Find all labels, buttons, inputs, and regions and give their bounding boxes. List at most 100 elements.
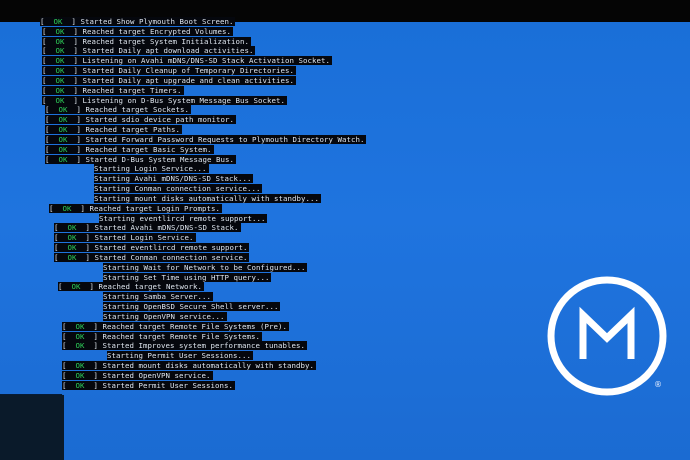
boot-log-message: Starting Set Time using HTTP query... — [103, 272, 272, 282]
boot-log-message: Started Avahi mDNS/DNS-SD Stack. — [94, 223, 241, 233]
ok-status: OK — [55, 95, 65, 105]
ok-status: OK — [67, 252, 77, 262]
boot-log-message: Started Permit User Sessions. — [102, 380, 235, 390]
boot-log-line: [ OK ] Reached target Basic System. — [45, 144, 214, 154]
boot-log-line: Starting Permit User Sessions... — [40, 351, 420, 361]
ok-status: OK — [75, 360, 85, 370]
boot-log-line: [ OK ] Reached target Remote File System… — [62, 331, 262, 341]
ok-status: OK — [55, 36, 65, 46]
boot-log-message: Reached target Sockets. — [85, 105, 191, 115]
boot-log-line: [ OK ] Started Login Service. — [54, 233, 196, 243]
boot-log-line: Starting OpenBSD Secure Shell server... — [40, 302, 420, 312]
boot-log-line: [ OK ] Started sdio device path monitor. — [45, 115, 236, 125]
ok-status: OK — [55, 85, 65, 95]
boot-log-line: [ OK ] Reached target Timers. — [42, 85, 184, 95]
boot-log-line: Starting Avahi mDNS/DNS-SD Stack... — [40, 174, 420, 184]
ok-status: OK — [55, 56, 65, 66]
boot-log-line: [ OK ] Reached target Paths. — [45, 125, 182, 135]
boot-log: [ OK ] Started Show Plymouth Boot Screen… — [40, 17, 420, 390]
ok-status: OK — [67, 243, 77, 253]
boot-log-message: Started D-Bus System Message Bus. — [85, 154, 236, 164]
boot-log-line: [ OK ] Reached target Encrypted Volumes. — [42, 26, 233, 36]
boot-log-line: [ OK ] Reached target Sockets. — [45, 105, 191, 115]
boot-log-message: Reached target Encrypted Volumes. — [82, 26, 233, 36]
monitor-corner-shadow — [0, 395, 64, 460]
boot-log-line: Starting eventlircd remote support... — [40, 213, 420, 224]
boot-log-message: Started Daily apt upgrade and clean acti… — [82, 75, 296, 85]
boot-log-message: Listening on D-Bus System Message Bus So… — [82, 95, 287, 105]
ok-status: OK — [58, 105, 68, 115]
boot-log-message: Starting Avahi mDNS/DNS-SD Stack... — [94, 174, 254, 184]
boot-log-message: Reached target Remote File Systems (Pre)… — [102, 321, 289, 331]
boot-log-message: Reached target Login Prompts. — [89, 203, 222, 213]
boot-log-line: Starting Samba Server... — [40, 292, 420, 302]
boot-log-line: [ OK ] Started Conman connection service… — [54, 252, 250, 262]
boot-log-message: Starting Login Service... — [94, 164, 209, 174]
boot-log-message: Reached target Basic System. — [85, 144, 214, 154]
ok-status: OK — [67, 233, 77, 243]
boot-screen: [ OK ] Started Show Plymouth Boot Screen… — [0, 0, 690, 460]
boot-log-message: Starting mount disks automatically with … — [94, 193, 321, 203]
boot-log-line: [ OK ] Started Daily apt download activi… — [42, 46, 256, 56]
ok-status: OK — [75, 380, 85, 390]
boot-log-line: [ OK ] Listening on Avahi mDNS/DNS-SD St… — [42, 56, 332, 66]
ok-status: OK — [55, 66, 65, 76]
boot-log-line: [ OK ] Started D-Bus System Message Bus. — [45, 154, 236, 164]
boot-log-message: Started Show Plymouth Boot Screen. — [80, 17, 236, 26]
boot-log-message: Started OpenVPN service. — [102, 370, 213, 380]
boot-log-message: Started Conman connection service. — [94, 252, 250, 262]
boot-log-line: [ OK ] Reached target Remote File System… — [62, 321, 289, 331]
boot-log-message: Starting OpenBSD Secure Shell server... — [103, 302, 281, 312]
ok-status: OK — [58, 115, 68, 125]
boot-log-message: Reached target Network. — [98, 282, 204, 292]
boot-log-line: [ OK ] Started Forward Password Requests… — [45, 134, 367, 144]
boot-log-message: Reached target System Initialization. — [82, 36, 251, 46]
boot-log-line: [ OK ] Listening on D-Bus System Message… — [42, 95, 287, 105]
boot-log-message: Starting Permit User Sessions... — [107, 351, 253, 361]
ok-status: OK — [55, 46, 65, 56]
boot-log-line: Starting Set Time using HTTP query... — [40, 272, 420, 283]
ok-status: OK — [62, 203, 72, 213]
boot-log-message: Started Improves system performance tuna… — [102, 341, 307, 351]
ok-status: OK — [75, 321, 85, 331]
boot-log-line: [ OK ] Started Improves system performan… — [62, 341, 307, 351]
ok-status: OK — [55, 75, 65, 85]
boot-log-message: Started Daily apt download activities. — [82, 46, 256, 56]
ok-status: OK — [71, 282, 81, 292]
ok-status: OK — [58, 154, 68, 164]
boot-log-line: Starting Login Service... — [40, 164, 420, 174]
ok-status: OK — [58, 144, 68, 154]
boot-log-line: [ OK ] Reached target Login Prompts. — [49, 203, 222, 213]
boot-log-message: Reached target Paths. — [85, 125, 182, 135]
ok-status: OK — [53, 17, 63, 26]
boot-log-message: Reached target Remote File Systems. — [102, 331, 262, 341]
boot-log-line: Starting Wait for Network to be Configur… — [40, 262, 420, 273]
boot-log-message: Starting eventlircd remote support... — [99, 213, 268, 223]
boot-log-line: Starting mount disks automatically with … — [40, 193, 420, 204]
boot-log-message: Started Daily Cleanup of Temporary Direc… — [82, 66, 296, 76]
boot-log-message: Started Forward Password Requests to Ply… — [85, 134, 367, 144]
boot-log-line: [ OK ] Started Avahi mDNS/DNS-SD Stack. — [54, 223, 241, 233]
ok-status: OK — [67, 223, 77, 233]
boot-log-line: [ OK ] Reached target Network. — [58, 282, 204, 292]
boot-log-line: [ OK ] Started Show Plymouth Boot Screen… — [40, 17, 236, 26]
ok-status: OK — [75, 370, 85, 380]
boot-log-message: Started eventlircd remote support. — [94, 243, 250, 253]
boot-log-line: [ OK ] Started mount disks automatically… — [62, 360, 316, 370]
ok-status: OK — [75, 341, 85, 351]
ok-status: OK — [58, 134, 68, 144]
boot-log-line: [ OK ] Started eventlircd remote support… — [54, 243, 250, 253]
boot-log-message: Starting Samba Server... — [103, 292, 213, 302]
boot-log-message: Starting OpenVPN service... — [103, 311, 227, 321]
ok-status: OK — [55, 26, 65, 36]
boot-log-line: [ OK ] Started Daily apt upgrade and cle… — [42, 75, 296, 85]
boot-log-message: Starting Wait for Network to be Configur… — [103, 262, 308, 272]
boot-log-message: Reached target Timers. — [82, 85, 184, 95]
boot-log-line: Starting OpenVPN service... — [40, 311, 420, 322]
boot-log-message: Listening on Avahi mDNS/DNS-SD Stack Act… — [82, 56, 332, 66]
boot-log-line: Starting Conman connection service... — [40, 184, 420, 194]
boot-log-message: Starting Conman connection service... — [94, 184, 263, 194]
ok-status: OK — [75, 331, 85, 341]
boot-log-message: Started sdio device path monitor. — [85, 115, 236, 125]
osmc-logo-icon — [547, 276, 667, 396]
